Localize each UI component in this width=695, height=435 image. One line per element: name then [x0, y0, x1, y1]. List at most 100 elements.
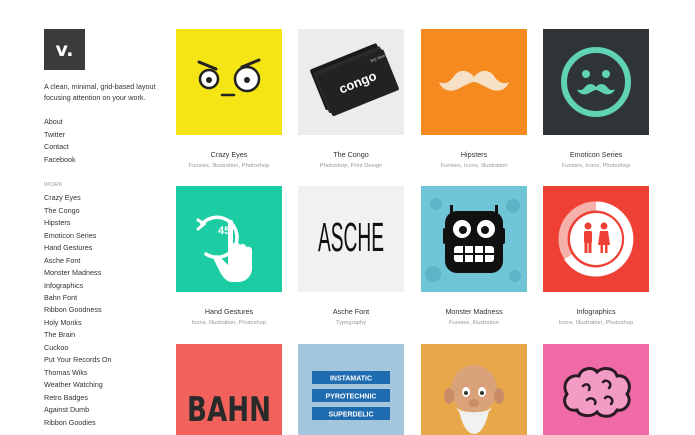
tile-title[interactable]: Asche Font: [298, 307, 404, 317]
thumb-hand-gestures[interactable]: 45°: [176, 186, 282, 292]
tag-link[interactable]: Icons: [192, 320, 206, 326]
tag-link[interactable]: Illustration: [576, 320, 602, 326]
nav-link-contact[interactable]: Contact: [44, 141, 162, 154]
tag-link[interactable]: Illustration: [473, 320, 499, 326]
ribbons-icon: INSTAMATIC PYROTECHNIC SUPERDELIC: [312, 371, 390, 420]
thumb-ribbon-goodness[interactable]: INSTAMATIC PYROTECHNIC SUPERDELIC: [298, 344, 404, 435]
thumb-hipsters[interactable]: [421, 29, 527, 135]
thumb-bahn-font[interactable]: BAHN: [176, 344, 282, 435]
thumb-infographics[interactable]: [543, 186, 649, 292]
tag-link[interactable]: Photoshop: [242, 163, 270, 169]
portfolio-tile: congo Big ideas The Congo Photoshop, Pri…: [298, 29, 404, 170]
sidebar-links: About Twitter Contact Facebook: [44, 116, 162, 166]
tile-tags: Funsies, Illustration: [449, 320, 499, 326]
thumb-the-brain[interactable]: [543, 344, 649, 435]
ribbon-text: PYROTECHNIC: [326, 394, 377, 401]
work-item[interactable]: Emoticon Series: [44, 230, 162, 242]
work-item[interactable]: Retro Badges: [44, 392, 162, 404]
portfolio-tile: Infographics Icons, Illustration, Photos…: [543, 186, 649, 327]
portfolio-tile: 45° Hand Gestures Icons, Illustration, P…: [176, 186, 282, 327]
nav-link-twitter[interactable]: Twitter: [44, 129, 162, 142]
work-item[interactable]: The Brain: [44, 329, 162, 341]
tile-tags: Icons, Illustration, Photoshop: [191, 320, 267, 326]
bahn-type-icon: BAHN: [187, 390, 271, 430]
business-card-icon: congo Big ideas: [310, 43, 399, 116]
monk-icon: [421, 344, 527, 435]
thumb-emoticon-series[interactable]: [543, 29, 649, 135]
people-ring-icon: [558, 201, 634, 277]
tag-link[interactable]: Funsies: [562, 163, 582, 169]
asche-type-icon: ASCHE: [318, 214, 384, 259]
tag-link[interactable]: Illustration: [212, 163, 238, 169]
ribbon-text: SUPERDELIC: [328, 412, 373, 419]
thumb-asche-font[interactable]: ASCHE: [298, 186, 404, 292]
tag-link[interactable]: Photoshop: [320, 163, 348, 169]
mustache-icon: [439, 70, 509, 91]
nav-link-facebook[interactable]: Facebook: [44, 154, 162, 167]
tile-title[interactable]: Crazy Eyes: [176, 150, 282, 160]
tile-title[interactable]: Hipsters: [421, 150, 527, 160]
work-item[interactable]: Bahn Font: [44, 292, 162, 304]
portfolio-tile: [543, 344, 649, 435]
work-item[interactable]: Hipsters: [44, 217, 162, 229]
work-item[interactable]: Asche Font: [44, 255, 162, 267]
work-item[interactable]: The Congo: [44, 205, 162, 217]
work-item[interactable]: Holy Monks: [44, 317, 162, 329]
work-item[interactable]: Crazy Eyes: [44, 192, 162, 204]
tile-title[interactable]: Emoticon Series: [543, 150, 649, 160]
work-item[interactable]: Against Dumb: [44, 404, 162, 416]
monster-icon: [425, 198, 521, 282]
portfolio-tile: [421, 344, 527, 435]
tile-title[interactable]: Monster Madness: [421, 307, 527, 317]
tile-tags: Icons, Illustration, Photoshop: [558, 320, 634, 326]
tile-title[interactable]: The Congo: [298, 150, 404, 160]
portfolio-tile: Hipsters Funsies, Icons, Illustration: [421, 29, 527, 170]
ribbon-text: INSTAMATIC: [330, 376, 372, 383]
tile-title[interactable]: Infographics: [543, 307, 649, 317]
tag-link[interactable]: Photoshop: [239, 320, 267, 326]
work-heading: WORK: [44, 182, 63, 189]
nav-link-about[interactable]: About: [44, 116, 162, 129]
portfolio-tile: ASCHE Asche Font Typography: [298, 186, 404, 327]
tile-tags: Funsies, Icons, Illustration: [440, 163, 508, 169]
work-item[interactable]: Cuckoo: [44, 342, 162, 354]
tag-link[interactable]: Illustration: [209, 320, 235, 326]
tag-link[interactable]: Icons: [585, 163, 599, 169]
portfolio-tile: BAHN: [176, 344, 282, 435]
sidebar: v. A clean, minimal, grid-based layout f…: [44, 29, 162, 429]
tag-link[interactable]: Photoshop: [606, 320, 634, 326]
tile-tags: Funsies, Icons, Photoshop: [561, 163, 631, 169]
mustache-face-icon: [561, 47, 631, 117]
tag-link[interactable]: Print Design: [351, 163, 383, 169]
tag-link[interactable]: Typography: [336, 320, 366, 326]
site-logo[interactable]: v.: [44, 29, 85, 70]
tag-link[interactable]: Icons: [464, 163, 478, 169]
tag-link[interactable]: Funsies: [449, 320, 469, 326]
tag-link[interactable]: Icons: [559, 320, 573, 326]
tile-title[interactable]: Hand Gestures: [176, 307, 282, 317]
brain-icon: [563, 367, 631, 418]
work-item[interactable]: Ribbon Goodness: [44, 304, 162, 316]
tile-tags: Funsies, Illustration, Photoshop: [188, 163, 270, 169]
portfolio-tile: Crazy Eyes Funsies, Illustration, Photos…: [176, 29, 282, 170]
thumb-the-congo[interactable]: congo Big ideas: [298, 29, 404, 135]
work-item[interactable]: Put Your Records On: [44, 354, 162, 366]
portfolio-tile: Emoticon Series Funsies, Icons, Photosho…: [543, 29, 649, 170]
work-item[interactable]: Infographics: [44, 280, 162, 292]
rotate-hand-icon: 45°: [196, 215, 252, 282]
work-item[interactable]: Weather Watching: [44, 379, 162, 391]
work-item[interactable]: Ribbon Goodies: [44, 417, 162, 429]
work-item[interactable]: Hand Gestures: [44, 242, 162, 254]
work-item[interactable]: Thomas Wiks: [44, 367, 162, 379]
thumb-holy-monks[interactable]: [421, 344, 527, 435]
thumb-monster-madness[interactable]: [421, 186, 527, 292]
tag-link[interactable]: Illustration: [481, 163, 507, 169]
tag-link[interactable]: Funsies: [189, 163, 209, 169]
work-item[interactable]: Monster Madness: [44, 267, 162, 279]
thumb-crazy-eyes[interactable]: [176, 29, 282, 135]
tagline: A clean, minimal, grid-based layout focu…: [44, 82, 156, 102]
tile-tags: Typography: [298, 319, 404, 327]
tag-link[interactable]: Photoshop: [602, 163, 630, 169]
tag-link[interactable]: Funsies: [440, 163, 460, 169]
bahn-word: BAHN: [187, 390, 271, 430]
